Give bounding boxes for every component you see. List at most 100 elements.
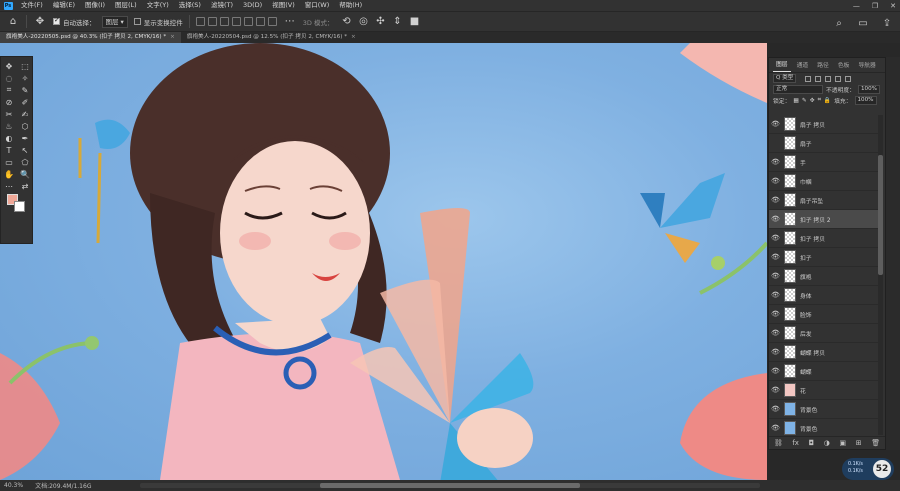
layer-row[interactable]: 👁 身体 <box>769 286 878 305</box>
roll-3d-icon[interactable]: ◎ <box>356 15 370 29</box>
menu-layer[interactable]: 图层(L) <box>110 0 142 11</box>
share-icon[interactable]: ⇪ <box>880 16 894 30</box>
align-right-icon[interactable] <box>219 17 229 26</box>
distribute-icon[interactable] <box>267 17 277 26</box>
close-icon[interactable]: ✕ <box>890 2 896 10</box>
layer-row[interactable]: 👁 花 <box>769 381 878 400</box>
tab-layers[interactable]: 图层 <box>773 59 791 72</box>
tab-swatches[interactable]: 色板 <box>835 60 853 72</box>
panel-collapse-strip[interactable] <box>886 57 900 450</box>
menu-file[interactable]: 文件(F) <box>16 0 48 11</box>
doc-info[interactable]: 文档:209.4M/1.16G <box>35 481 91 490</box>
marquee-tool-icon[interactable]: ⬚ <box>17 60 33 72</box>
layer-row[interactable]: 👁 蝴蝶 <box>769 362 878 381</box>
lock-move-icon[interactable]: ✥ <box>810 98 815 104</box>
trash-icon[interactable]: 🗑 <box>871 439 880 447</box>
restore-icon[interactable]: ❐ <box>872 2 878 10</box>
lock-all-icon[interactable]: 🔒 <box>824 98 831 104</box>
eraser-tool-icon[interactable]: ♨ <box>1 120 17 132</box>
menu-image[interactable]: 图像(I) <box>80 0 110 11</box>
home-icon[interactable]: ⌂ <box>6 15 20 29</box>
checkbox-icon[interactable] <box>53 16 60 25</box>
scrollbar-thumb[interactable] <box>320 483 580 488</box>
checkbox-icon[interactable] <box>133 18 141 25</box>
eye-icon[interactable]: 👁 <box>769 405 782 413</box>
tab-paths[interactable]: 路径 <box>814 60 832 72</box>
menu-type[interactable]: 文字(Y) <box>142 0 174 11</box>
eye-icon[interactable]: 👁 <box>769 253 782 261</box>
slide-3d-icon[interactable]: ⇕ <box>390 15 404 29</box>
document-canvas[interactable] <box>0 43 767 480</box>
opacity-input[interactable]: 100% <box>858 85 880 94</box>
menu-3d[interactable]: 3D(D) <box>238 0 267 11</box>
eye-icon[interactable]: 👁 <box>769 291 782 299</box>
type-tool-icon[interactable]: T <box>1 144 17 156</box>
layer-row[interactable]: 👁 蝴蝶 拷贝 <box>769 343 878 362</box>
more-options-icon[interactable]: ⋯ <box>283 15 297 29</box>
layer-row[interactable]: 👁 后发 <box>769 324 878 343</box>
eye-icon[interactable]: 👁 <box>769 158 782 166</box>
menu-filter[interactable]: 滤镜(T) <box>206 0 238 11</box>
swap-colors-icon[interactable]: ⇄ <box>17 180 33 192</box>
eye-icon[interactable]: 👁 <box>769 272 782 280</box>
show-transform-checkbox[interactable]: 显示变换控件 <box>133 17 183 27</box>
auto-select-checkbox[interactable]: 自动选择： <box>53 16 96 27</box>
canvas-scrollbar[interactable] <box>140 483 760 488</box>
eye-icon[interactable]: 👁 <box>769 196 782 204</box>
more-tools-icon[interactable]: ⋯ <box>1 180 17 192</box>
group-icon[interactable]: ▣ <box>839 439 846 447</box>
layer-row[interactable]: 👁 扇子 拷贝 <box>769 115 878 134</box>
drag-3d-icon[interactable]: ✣ <box>373 15 387 29</box>
align-bottom-icon[interactable] <box>255 17 265 26</box>
menu-edit[interactable]: 编辑(E) <box>48 0 80 11</box>
tab-document-1[interactable]: 旗袍美人-20220505.psd @ 40.3% (扣子 拷贝 2, CMYK… <box>0 32 181 43</box>
menu-help[interactable]: 帮助(H) <box>334 0 367 11</box>
path-select-icon[interactable]: ↖ <box>17 144 33 156</box>
layers-scrollbar[interactable] <box>878 115 883 435</box>
link-layers-icon[interactable]: ⛓ <box>774 439 783 447</box>
eye-icon[interactable]: 👁 <box>769 348 782 356</box>
menu-view[interactable]: 视图(V) <box>267 0 300 11</box>
layer-row-selected[interactable]: 👁 扣子 拷贝 2 <box>769 210 878 229</box>
lasso-tool-icon[interactable]: ◌ <box>1 72 17 84</box>
tab-navigator[interactable]: 导航器 <box>855 60 878 72</box>
tab-channels[interactable]: 通道 <box>794 60 812 72</box>
pen-tool-icon[interactable]: ✒ <box>17 132 33 144</box>
lock-artboard-icon[interactable]: ⌗ <box>818 97 821 104</box>
eye-icon[interactable]: 👁 <box>769 177 782 185</box>
adjustment-icon[interactable]: ◑ <box>824 439 830 447</box>
history-brush-icon[interactable]: ✍ <box>17 108 33 120</box>
orbit-3d-icon[interactable]: ⟲ <box>339 15 353 29</box>
eye-icon[interactable]: 👁 <box>769 386 782 394</box>
eye-icon[interactable]: 👁 <box>769 367 782 375</box>
search-icon[interactable]: ⌕ <box>832 16 846 30</box>
hand-tool-icon[interactable]: ✋ <box>1 168 17 180</box>
eyedropper-icon[interactable]: ✎ <box>17 84 33 96</box>
align-middle-icon[interactable] <box>243 17 253 26</box>
layer-row[interactable]: 👁 旗袍 <box>769 267 878 286</box>
menu-select[interactable]: 选择(S) <box>174 0 206 11</box>
mask-icon[interactable]: ◘ <box>809 439 815 447</box>
eye-icon[interactable]: 👁 <box>769 234 782 242</box>
tab-document-2[interactable]: 旗袍美人-20220504.psd @ 12.5% (扣子 拷贝 2, CMYK… <box>181 32 362 43</box>
crop-tool-icon[interactable]: ⌗ <box>1 84 17 96</box>
target-select[interactable]: 图层 ▾ <box>101 15 128 28</box>
new-layer-icon[interactable]: ⊞ <box>856 439 862 447</box>
eye-icon[interactable]: 👁 <box>769 215 782 223</box>
minimize-icon[interactable]: — <box>853 2 860 10</box>
blend-mode-select[interactable]: 正常 <box>773 85 823 94</box>
layer-filter-select[interactable]: Q 类型 <box>773 74 797 83</box>
filter-shape-icon[interactable] <box>835 75 842 82</box>
align-center-icon[interactable] <box>207 17 217 26</box>
layer-row[interactable]: 👁 扣子 <box>769 248 878 267</box>
lock-brush-icon[interactable]: ✎ <box>802 98 807 104</box>
eye-icon[interactable]: 👁 <box>769 120 782 128</box>
layer-row[interactable]: 👁 扣子 拷贝 <box>769 229 878 248</box>
menu-window[interactable]: 窗口(W) <box>300 0 335 11</box>
align-top-icon[interactable] <box>231 17 241 26</box>
layer-row[interactable]: 👁 手 <box>769 153 878 172</box>
lock-transparent-icon[interactable]: ▦ <box>793 98 798 104</box>
align-left-icon[interactable] <box>195 17 205 26</box>
filter-pixel-icon[interactable] <box>805 75 812 82</box>
eye-icon[interactable]: 👁 <box>769 329 782 337</box>
